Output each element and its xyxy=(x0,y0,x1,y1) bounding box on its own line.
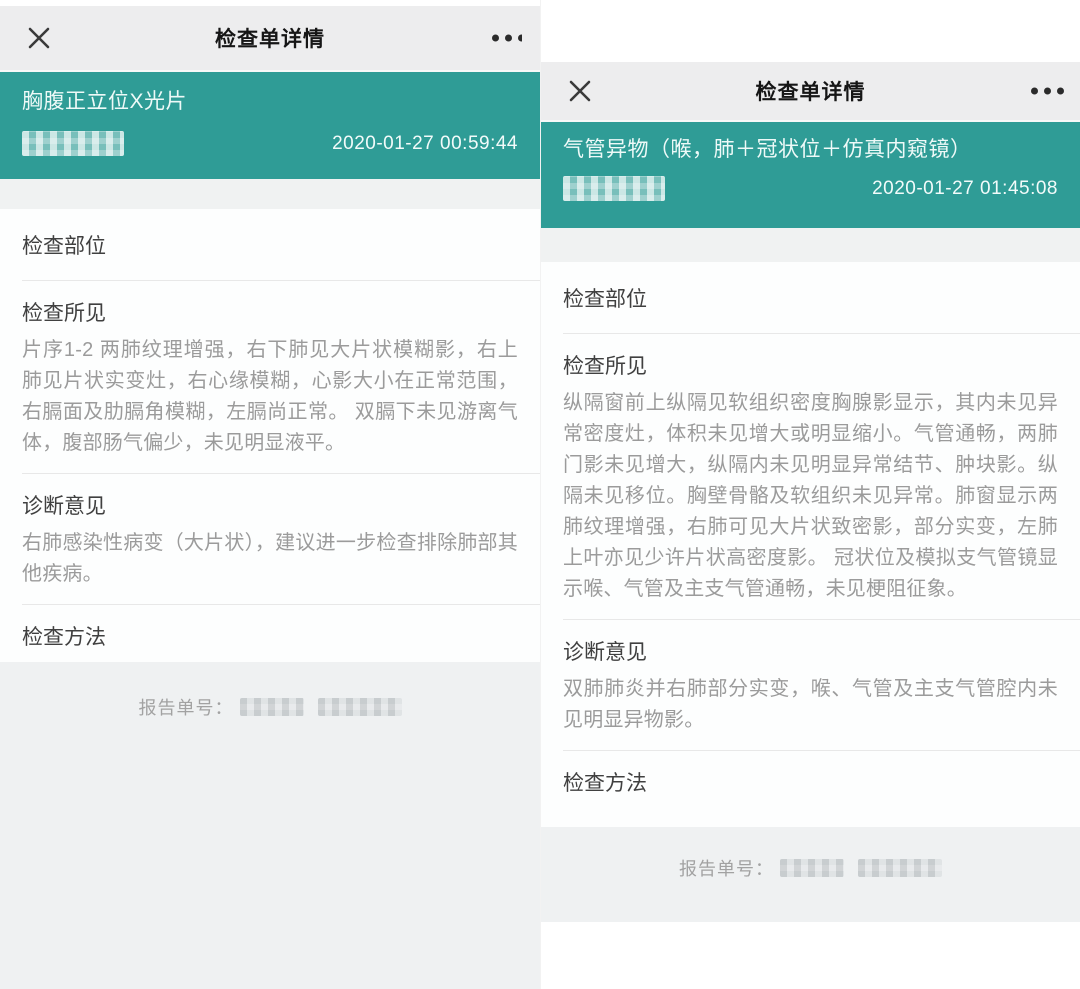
report-footer: 报告单号： xyxy=(0,662,540,989)
screenshot-pair: 检查单详情 胸腹正立位X光片 2020-01-27 00:59:44 检查部位 … xyxy=(0,0,1080,989)
diagnosis-text: 右肺感染性病变（大片状），建议进一步检查排除肺部其他疾病。 xyxy=(22,528,518,590)
section-heading-findings: 检查所见 xyxy=(22,299,518,329)
report-card: 检查部位 检查所见 纵隔窗前上纵隔见软组织密度胸腺影显示，其内未见异常密度灶，体… xyxy=(541,262,1080,827)
section-heading-method: 检查方法 xyxy=(22,623,518,653)
banner-card-gap xyxy=(541,228,1080,262)
exam-datetime: 2020-01-27 01:45:08 xyxy=(872,178,1058,200)
banner-card-gap xyxy=(0,179,540,209)
ellipsis-icon xyxy=(492,35,499,42)
navbar: 检查单详情 xyxy=(541,62,1080,120)
section-divider xyxy=(22,473,540,474)
section-heading-findings: 检查所见 xyxy=(563,352,1058,382)
section-heading-diagnosis: 诊断意见 xyxy=(563,638,1058,668)
findings-text: 片序1-2 两肺纹理增强，右下肺见大片状模糊影，右上肺见片状实变灶，右心缘模糊，… xyxy=(22,335,518,459)
close-button[interactable] xyxy=(565,76,595,106)
report-number-redacted xyxy=(318,698,402,716)
exam-datetime: 2020-01-27 00:59:44 xyxy=(332,133,518,155)
section-divider xyxy=(563,333,1080,334)
section-heading-method: 检查方法 xyxy=(563,769,1058,799)
footer-whitespace xyxy=(541,922,1080,989)
report-number-redacted xyxy=(780,859,844,877)
report-detail-panel-left: 检查单详情 胸腹正立位X光片 2020-01-27 00:59:44 检查部位 … xyxy=(0,0,540,989)
report-number-redacted xyxy=(858,859,942,877)
exam-banner: 气管异物（喉，肺＋冠状位＋仿真内窥镜） 2020-01-27 01:45:08 xyxy=(541,122,1080,228)
findings-text: 纵隔窗前上纵隔见软组织密度胸腺影显示，其内未见异常密度灶，体积未见增大或明显缩小… xyxy=(563,388,1058,605)
report-detail-panel-right: 检查单详情 气管异物（喉，肺＋冠状位＋仿真内窥镜） 2020-01-27 01:… xyxy=(540,0,1080,989)
footer-gray-area: 报告单号： xyxy=(541,827,1080,922)
exam-banner: 胸腹正立位X光片 2020-01-27 00:59:44 xyxy=(0,72,540,179)
report-number-label: 报告单号： xyxy=(139,694,234,720)
section-heading-exam-site: 检查部位 xyxy=(22,232,518,262)
ellipsis-icon xyxy=(1031,88,1038,95)
navbar: 检查单详情 xyxy=(0,6,540,70)
page-title: 检查单详情 xyxy=(756,76,866,106)
report-card: 检查部位 检查所见 片序1-2 两肺纹理增强，右下肺见大片状模糊影，右上肺见片状… xyxy=(0,209,540,662)
diagnosis-text: 双肺肺炎并右肺部分实变，喉、气管及主支气管腔内未见明显异物影。 xyxy=(563,674,1058,736)
close-icon xyxy=(567,78,593,104)
exam-name: 气管异物（喉，肺＋冠状位＋仿真内窥镜） xyxy=(563,136,1058,164)
section-heading-diagnosis: 诊断意见 xyxy=(22,492,518,522)
more-menu-button[interactable] xyxy=(1031,88,1064,95)
report-footer: 报告单号： xyxy=(541,827,1080,989)
close-button[interactable] xyxy=(24,23,54,53)
section-heading-exam-site: 检查部位 xyxy=(563,285,1058,315)
close-icon xyxy=(26,25,52,51)
footer-gray-area: 报告单号： xyxy=(0,662,540,989)
more-menu-button[interactable] xyxy=(492,35,522,42)
top-whitespace xyxy=(541,0,1080,62)
section-divider xyxy=(563,619,1080,620)
report-number-redacted xyxy=(240,698,304,716)
patient-name-redacted xyxy=(563,176,665,201)
page-title: 检查单详情 xyxy=(215,23,325,53)
exam-name: 胸腹正立位X光片 xyxy=(22,88,518,116)
section-divider xyxy=(22,280,540,281)
section-divider xyxy=(563,750,1080,751)
section-divider xyxy=(22,604,540,605)
report-number-label: 报告单号： xyxy=(679,855,774,881)
patient-name-redacted xyxy=(22,131,124,156)
